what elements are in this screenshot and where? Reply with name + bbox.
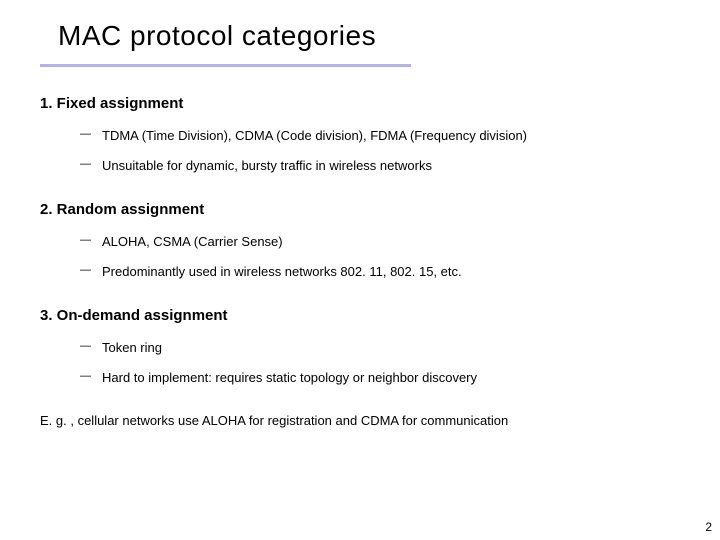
list-item: ALOHA, CSMA (Carrier Sense) xyxy=(80,232,680,252)
list-item: Unsuitable for dynamic, bursty traffic i… xyxy=(80,156,680,176)
section-heading: 2. Random assignment xyxy=(40,201,680,218)
section-1: 1. Fixed assignment TDMA (Time Division)… xyxy=(40,95,680,175)
section-list: TDMA (Time Division), CDMA (Code divisio… xyxy=(40,126,680,175)
slide-title: MAC protocol categories xyxy=(40,20,680,52)
section-heading: 1. Fixed assignment xyxy=(40,95,680,112)
section-heading: 3. On-demand assignment xyxy=(40,307,680,324)
list-item: TDMA (Time Division), CDMA (Code divisio… xyxy=(80,126,680,146)
page-number: 2 xyxy=(705,520,712,534)
slide: MAC protocol categories 1. Fixed assignm… xyxy=(0,0,720,428)
footnote: E. g. , cellular networks use ALOHA for … xyxy=(40,413,680,428)
list-item: Predominantly used in wireless networks … xyxy=(80,262,680,282)
list-item: Token ring xyxy=(80,338,680,358)
section-list: ALOHA, CSMA (Carrier Sense) Predominantl… xyxy=(40,232,680,281)
section-3: 3. On-demand assignment Token ring Hard … xyxy=(40,307,680,387)
section-list: Token ring Hard to implement: requires s… xyxy=(40,338,680,387)
section-2: 2. Random assignment ALOHA, CSMA (Carrie… xyxy=(40,201,680,281)
list-item: Hard to implement: requires static topol… xyxy=(80,368,680,388)
title-divider xyxy=(40,64,411,67)
